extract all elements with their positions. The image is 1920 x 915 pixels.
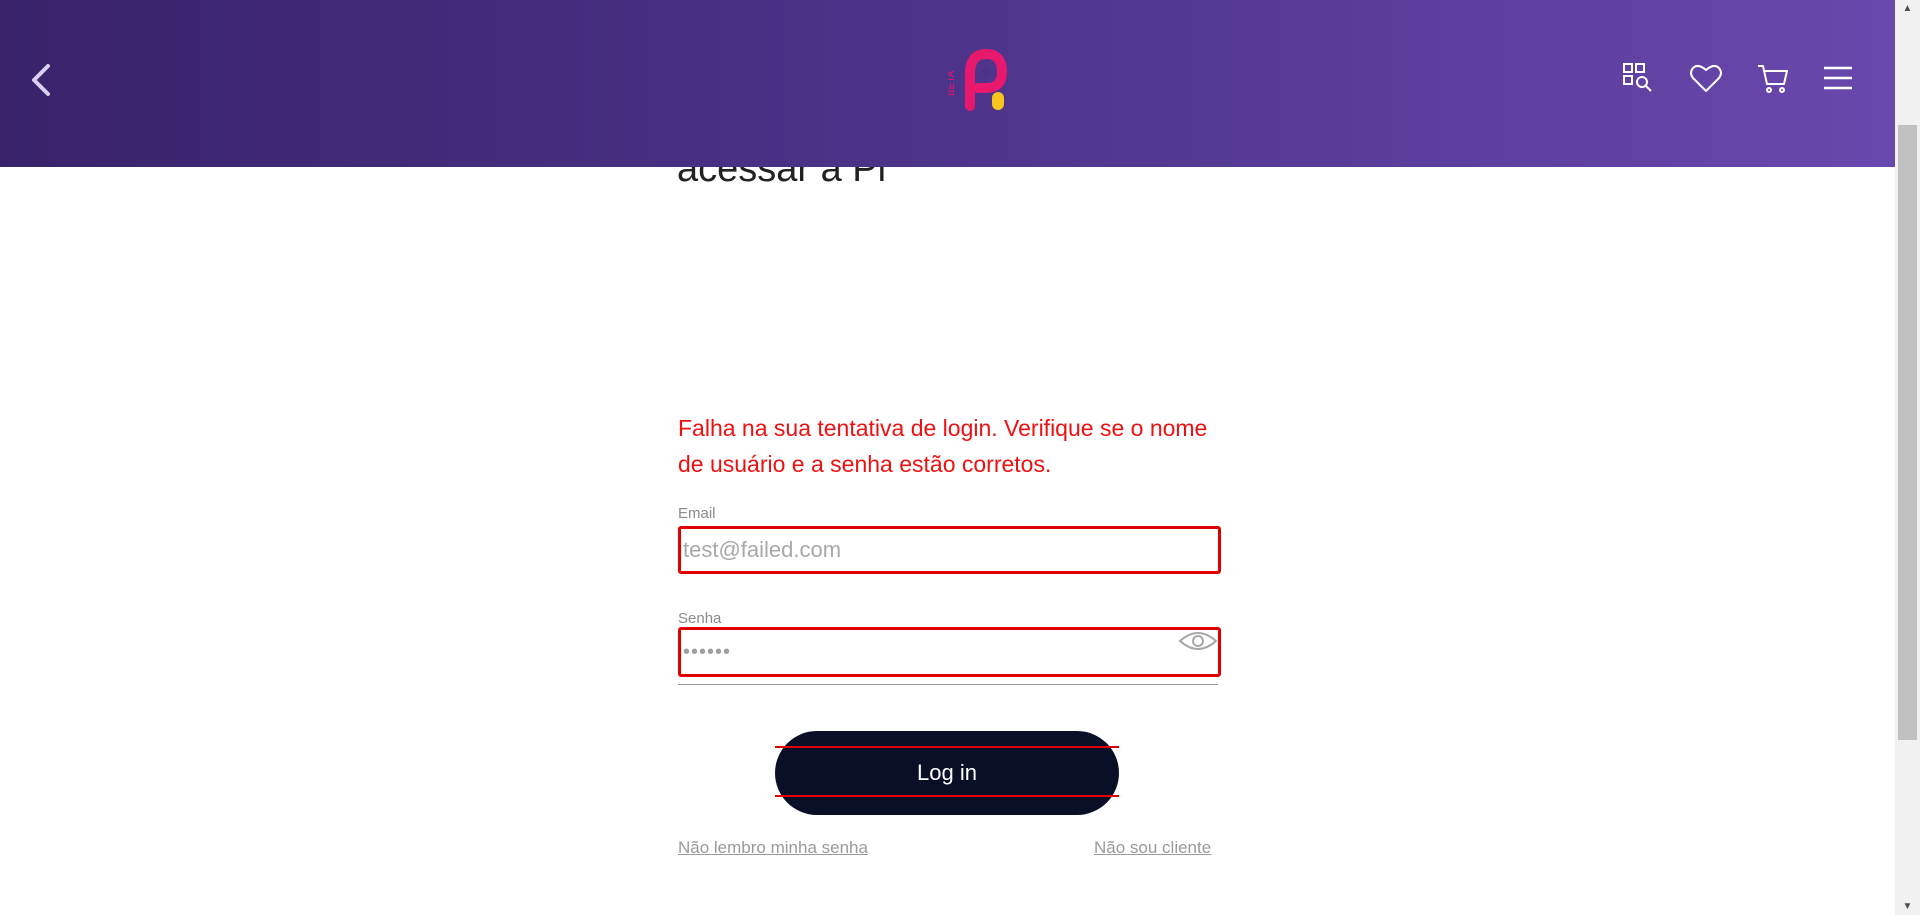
forgot-password-link[interactable]: Não lembro minha senha (678, 838, 868, 858)
cart-icon[interactable] (1755, 60, 1791, 96)
email-field-wrapper (678, 526, 1221, 574)
grid-search-icon[interactable] (1620, 60, 1656, 96)
button-error-line-top (775, 746, 1119, 748)
email-label: Email (678, 505, 716, 522)
logo-mark-icon: BETA (946, 48, 1008, 111)
scroll-up-arrow-icon[interactable]: ▲ (1895, 0, 1920, 17)
top-header: BETA (0, 0, 1895, 167)
button-error-line-bottom (775, 795, 1119, 797)
password-field-wrapper (678, 627, 1221, 677)
password-underline (678, 684, 1218, 685)
not-client-link[interactable]: Não sou cliente (1094, 838, 1211, 858)
email-field[interactable] (681, 529, 1163, 571)
login-button[interactable]: Log in (775, 731, 1119, 815)
scrollbar-thumb[interactable] (1898, 125, 1917, 740)
login-button-label: Log in (917, 760, 977, 785)
logo-beta-text: BETA (948, 70, 957, 96)
heart-icon[interactable] (1688, 60, 1724, 96)
login-error-message: Falha na sua tentativa de login. Verifiq… (678, 415, 1208, 477)
password-label: Senha (678, 610, 722, 627)
password-field[interactable] (681, 630, 1163, 674)
vertical-scrollbar[interactable]: ▲ ▼ (1895, 0, 1920, 915)
logo[interactable]: BETA (946, 46, 1018, 116)
show-password-eye-icon[interactable] (1178, 628, 1218, 654)
hamburger-menu-icon[interactable] (1820, 60, 1856, 96)
scroll-down-arrow-icon[interactable]: ▼ (1895, 898, 1920, 915)
back-arrow-icon[interactable] (22, 60, 62, 100)
